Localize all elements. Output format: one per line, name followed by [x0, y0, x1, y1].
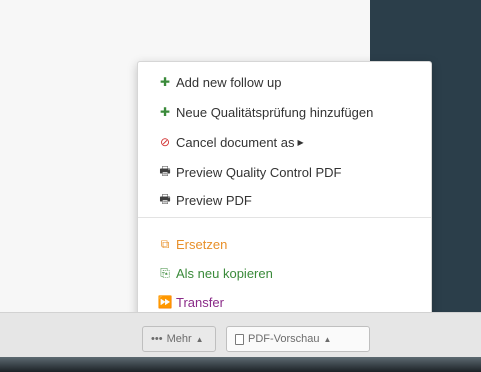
ellipsis-icon: •••	[151, 333, 163, 345]
printer-icon: 🖶	[159, 163, 171, 178]
more-button-label: Mehr	[166, 333, 192, 345]
document-icon	[235, 333, 244, 345]
window-bottom-edge	[0, 357, 481, 372]
menu-item-add-quality-check[interactable]: ✚ Neue Qualitätsprüfung hinzufügen	[138, 100, 431, 124]
menu-item-label: Transfer	[176, 294, 224, 310]
pdf-preview-button[interactable]: PDF-Vorschau ▲	[226, 326, 370, 352]
printer-icon: 🖶	[159, 191, 171, 206]
menu-item-label: Als neu kopieren	[176, 265, 273, 281]
menu-item-label: Ersetzen	[176, 236, 228, 252]
menu-item-label: Add new follow up	[176, 74, 282, 90]
menu-divider	[138, 217, 431, 218]
copy-icon: ⎘	[160, 265, 170, 280]
menu-item-label: Cancel document as	[176, 134, 295, 150]
menu-item-label: Preview Quality Control PDF	[176, 164, 342, 180]
menu-item-replace[interactable]: ⧉ Ersetzen	[138, 232, 431, 256]
menu-item-preview-qc-pdf[interactable]: 🖶 Preview Quality Control PDF	[138, 160, 431, 184]
caret-up-icon: ▲	[323, 334, 332, 344]
plus-icon: ✚	[159, 105, 171, 119]
pdf-preview-button-label: PDF-Vorschau	[248, 333, 320, 345]
menu-item-transfer[interactable]: ⏩ Transfer	[138, 290, 431, 314]
menu-item-copy-as-new[interactable]: ⎘ Als neu kopieren	[138, 261, 431, 285]
menu-item-preview-pdf[interactable]: 🖶 Preview PDF	[138, 188, 431, 212]
caret-right-icon: ▶	[297, 137, 304, 147]
menu-item-label: Preview PDF	[176, 192, 252, 208]
plus-icon: ✚	[159, 75, 171, 89]
caret-up-icon: ▲	[195, 334, 204, 344]
menu-item-label: Neue Qualitätsprüfung hinzufügen	[176, 104, 374, 120]
more-button[interactable]: ••• Mehr ▲	[142, 326, 216, 352]
ban-icon: ⊘	[159, 135, 171, 149]
menu-item-cancel-document[interactable]: ⊘ Cancel document as ▶	[138, 130, 431, 154]
replace-icon: ⧉	[160, 236, 170, 251]
more-actions-dropdown-menu: ✚ Add new follow up ✚ Neue Qualitätsprüf…	[137, 61, 432, 324]
menu-item-add-follow-up[interactable]: ✚ Add new follow up	[138, 70, 431, 94]
fast-forward-icon: ⏩	[157, 295, 173, 309]
